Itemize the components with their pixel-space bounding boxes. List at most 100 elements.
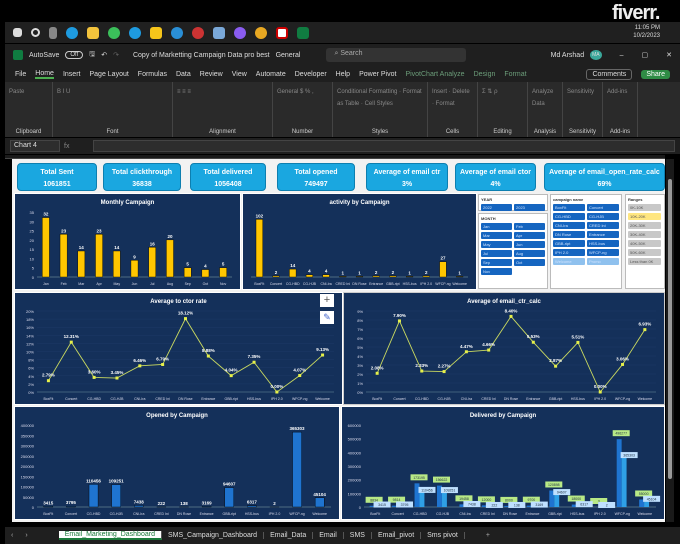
chart-average-ctor-rate[interactable]: Average to ctor rate 0% 2% 4% 6% 8% 10% 12% 14% 1…	[14, 292, 343, 405]
slicer-item[interactable]: Welcome	[553, 258, 585, 265]
vertical-scrollbar[interactable]	[666, 159, 674, 522]
slicer-item[interactable]: Concert	[587, 204, 619, 211]
fx-icon[interactable]: fx	[64, 143, 89, 150]
whatsapp-icon[interactable]	[108, 26, 120, 39]
slicer-item[interactable]: HSS-bus	[587, 240, 619, 247]
remote-desktop-icon[interactable]	[213, 26, 225, 39]
file-explorer-icon[interactable]	[87, 26, 99, 39]
tab-automate[interactable]: Automate	[256, 71, 286, 78]
task-view-icon[interactable]	[49, 26, 57, 39]
tab-design[interactable]: Design	[474, 71, 496, 78]
share-button[interactable]: Share	[641, 69, 670, 79]
slicer-item[interactable]: Oct	[514, 259, 545, 266]
slicer-item[interactable]: Nov	[481, 268, 512, 275]
chart-average-email-ctr[interactable]: Average of email_ctr_calc 0% 1% 2% 3% 4% 5% 6% 7…	[343, 292, 665, 405]
minimize-button[interactable]: –	[620, 52, 624, 59]
slicer-item[interactable]: Jul	[481, 250, 512, 257]
tab-pivotchart-analyze[interactable]: PivotChart Analyze	[405, 71, 464, 78]
chart-activity-by-campaign[interactable]: activity by Campaign BoxFit Concert CG-HBD C…	[242, 193, 477, 290]
next-sheet-icon[interactable]: ›	[19, 532, 33, 539]
excel-icon[interactable]	[297, 26, 309, 39]
messenger-icon[interactable]	[234, 26, 246, 39]
slicer-item[interactable]: CRED Ini	[587, 222, 619, 229]
sheet-tab-email-data[interactable]: Email_Data	[264, 532, 314, 539]
chrome-icon[interactable]	[255, 26, 267, 39]
tab-data[interactable]: Data	[176, 71, 191, 78]
tab-page-layout[interactable]: Page Layout	[89, 71, 128, 78]
slicer-item[interactable]: Apr	[514, 232, 545, 239]
notes-icon[interactable]	[150, 26, 162, 39]
slicer-item[interactable]: CG-HBD	[553, 213, 585, 220]
comments-button[interactable]: Comments	[586, 68, 633, 80]
slicer-item[interactable]: Mar	[481, 232, 512, 239]
edge-icon[interactable]	[129, 26, 141, 39]
edge-icon[interactable]	[171, 26, 183, 39]
slicer-item[interactable]: Feb	[514, 223, 545, 230]
tab-view[interactable]: View	[232, 71, 247, 78]
slicer-item[interactable]: May	[481, 241, 512, 248]
tab-file[interactable]: File	[15, 71, 26, 78]
sheet-tab-sms-campaign-dashboard[interactable]: SMS_Campaign_Dashboard	[162, 532, 265, 539]
tab-format[interactable]: Format	[504, 71, 526, 78]
slicer-item[interactable]: CNI-Ira	[553, 222, 585, 229]
search-box[interactable]: ⌕ Search	[326, 48, 467, 62]
redo-icon[interactable]: ↷	[113, 51, 119, 59]
slicer-item[interactable]: 20K-30K	[628, 222, 661, 229]
slicer-item[interactable]: CG-HJB	[587, 213, 619, 220]
user-name[interactable]: Md Arshad	[551, 52, 584, 59]
slicer-item[interactable]: DN Rose	[553, 231, 585, 238]
app-icon[interactable]	[192, 26, 204, 39]
avatar[interactable]: MA	[590, 50, 602, 60]
analyze-data-button[interactable]: Analyze Data	[528, 82, 562, 114]
chart-monthly-campaign[interactable]: Monthly Campaign 0 5 10 15 20 25 30 35 Jan Feb Mar A…	[14, 193, 241, 290]
tab-help[interactable]: Help	[336, 71, 350, 78]
slicer-item[interactable]: 10K-20K	[628, 213, 661, 220]
sensitivity-button[interactable]: Sensitivity	[563, 82, 602, 102]
slicer-item[interactable]: WFCP-ng	[587, 249, 619, 256]
sheet-tab-sms-pivot[interactable]: Sms pivot	[421, 532, 465, 539]
slicer-item[interactable]: 50K-60K	[628, 249, 661, 256]
close-button[interactable]: ✕	[666, 51, 672, 59]
styles-controls[interactable]: Conditional Formatting · Format as Table…	[333, 82, 427, 114]
formula-input[interactable]	[93, 140, 675, 152]
slicer-item[interactable]: 2023	[514, 204, 545, 211]
slicer-item[interactable]: GBB-ript	[553, 240, 585, 247]
add-sheet-button[interactable]: +	[480, 532, 496, 539]
sheet-tab-email-pivot[interactable]: Email_pivot	[372, 532, 422, 539]
tab-power-pivot[interactable]: Power Pivot	[359, 71, 396, 78]
font-controls[interactable]: B I U	[53, 82, 172, 102]
tab-formulas[interactable]: Formulas	[138, 71, 167, 78]
slicer-item[interactable]: IPH 2.0	[553, 249, 585, 256]
slicer-item[interactable]: Less than 0K	[628, 258, 661, 265]
addins-button[interactable]: Add-ins	[603, 82, 637, 102]
undo-icon[interactable]: ↶	[101, 51, 107, 59]
slicer-item[interactable]: Sep	[481, 259, 512, 266]
restore-button[interactable]: ▢	[642, 51, 649, 59]
slicer-item[interactable]: BoxFit	[553, 204, 585, 211]
chart-delivered-by-campaign[interactable]: Delivered by Campaign 0 100000 200000 300000…	[341, 406, 665, 520]
tab-developer[interactable]: Developer	[295, 71, 327, 78]
search-icon[interactable]	[31, 28, 40, 37]
sensitivity-label[interactable]: General	[276, 52, 301, 59]
editing-controls[interactable]: Σ ⇅ ρ	[478, 82, 527, 102]
sheet-tab-sms[interactable]: SMS	[344, 532, 372, 539]
scrollbar-thumb[interactable]	[668, 179, 672, 479]
chart-styles-brush-icon[interactable]: ✎	[320, 311, 334, 324]
chart-opened-by-campaign[interactable]: Opened by Campaign 0 50000 100000 150000 2000…	[14, 406, 340, 520]
slicer-item[interactable]: 2022	[481, 204, 512, 211]
slicer-item[interactable]: Aug	[514, 250, 545, 257]
paste-button[interactable]: Paste	[5, 82, 52, 102]
cells-controls[interactable]: Insert · Delete · Format	[428, 82, 477, 114]
app-s-icon[interactable]	[276, 26, 288, 39]
alignment-controls[interactable]: ≡ ≡ ≡	[173, 82, 272, 102]
start-icon[interactable]	[13, 28, 22, 37]
slicer-item[interactable]: 40K-50K	[628, 240, 661, 247]
tab-home[interactable]: Home	[35, 70, 54, 79]
tab-review[interactable]: Review	[200, 71, 223, 78]
system-clock[interactable]: 11:05 PM 10/2/2023	[633, 24, 660, 40]
tab-insert[interactable]: Insert	[63, 71, 81, 78]
slicer-item[interactable]: Jun	[514, 241, 545, 248]
edge-icon[interactable]	[66, 26, 78, 39]
slicer-item[interactable]: 30K-40K	[628, 231, 661, 238]
save-icon[interactable]: 🖫	[89, 50, 95, 61]
